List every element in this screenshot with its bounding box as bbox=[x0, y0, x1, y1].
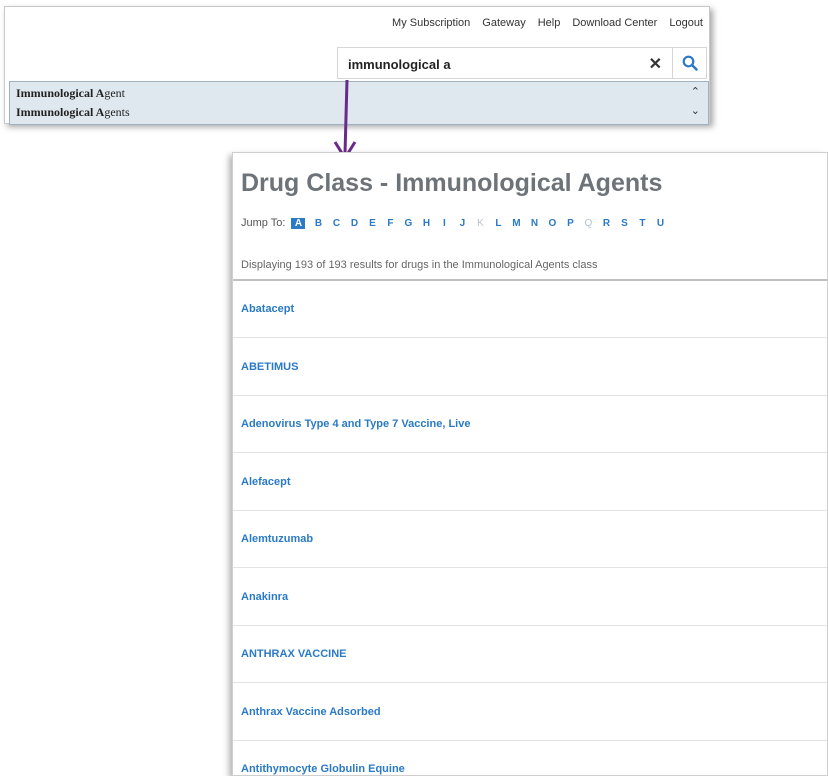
drug-link[interactable]: Alemtuzumab bbox=[241, 533, 313, 545]
jump-letter-m[interactable]: M bbox=[507, 218, 525, 229]
scroll-down-icon[interactable]: ⌄ bbox=[691, 104, 700, 117]
drug-row: Anthrax Vaccine Adsorbed bbox=[233, 684, 827, 741]
drug-row: ANTHRAX VACCINE bbox=[233, 626, 827, 683]
jump-letter-e[interactable]: E bbox=[363, 218, 381, 229]
results-count: Displaying 193 of 193 results for drugs … bbox=[241, 259, 598, 271]
top-nav: My Subscription Gateway Help Download Ce… bbox=[392, 17, 703, 29]
nav-download-center[interactable]: Download Center bbox=[572, 17, 657, 29]
jump-letter-t[interactable]: T bbox=[633, 218, 651, 229]
jump-to-bar: Jump To: ABCDEFGHIJKLMNOPQRSTU bbox=[241, 217, 669, 229]
search-button[interactable] bbox=[673, 47, 707, 79]
jump-letter-l[interactable]: L bbox=[489, 218, 507, 229]
drug-row: ABETIMUS bbox=[233, 339, 827, 396]
jump-letter-n[interactable]: N bbox=[525, 218, 543, 229]
drug-link[interactable]: Antithymocyte Globulin Equine bbox=[241, 763, 405, 775]
jump-letter-o[interactable]: O bbox=[543, 218, 561, 229]
jump-letter-g[interactable]: G bbox=[399, 218, 417, 229]
jump-letter-p[interactable]: P bbox=[561, 218, 579, 229]
scroll-up-icon[interactable]: ⌃ bbox=[691, 85, 700, 98]
jump-letter-b[interactable]: B bbox=[309, 218, 327, 229]
jump-letter-d[interactable]: D bbox=[345, 218, 363, 229]
jump-letter-s[interactable]: S bbox=[615, 218, 633, 229]
jump-to-label: Jump To: bbox=[241, 217, 286, 229]
nav-gateway[interactable]: Gateway bbox=[482, 17, 525, 29]
jump-letter-c[interactable]: C bbox=[327, 218, 345, 229]
clear-icon[interactable]: ✕ bbox=[649, 54, 662, 74]
drug-row: Anakinra bbox=[233, 569, 827, 626]
search-box: ✕ bbox=[337, 47, 673, 79]
drug-row: Abatacept bbox=[233, 281, 827, 338]
jump-letter-f[interactable]: F bbox=[381, 218, 399, 229]
jump-letter-h[interactable]: H bbox=[417, 218, 435, 229]
search-input[interactable] bbox=[346, 54, 636, 74]
nav-my-subscription[interactable]: My Subscription bbox=[392, 17, 470, 29]
drug-row: Alemtuzumab bbox=[233, 511, 827, 568]
drug-link[interactable]: Alefacept bbox=[241, 476, 291, 488]
suggestion-immunological-agent[interactable]: Immunological Agent bbox=[16, 86, 125, 101]
letter-list: ABCDEFGHIJKLMNOPQRSTU bbox=[291, 217, 669, 229]
jump-letter-j[interactable]: J bbox=[453, 218, 471, 229]
drug-link[interactable]: Anthrax Vaccine Adsorbed bbox=[241, 706, 381, 718]
jump-letter-r[interactable]: R bbox=[597, 218, 615, 229]
jump-letter-a[interactable]: A bbox=[291, 218, 306, 229]
jump-letter-q: Q bbox=[584, 218, 593, 229]
drug-link[interactable]: Abatacept bbox=[241, 303, 294, 315]
suggestion-immunological-agents[interactable]: Immunological Agents bbox=[16, 105, 130, 120]
drug-link[interactable]: Anakinra bbox=[241, 591, 288, 603]
jump-letter-k: K bbox=[477, 218, 484, 229]
drug-row: Adenovirus Type 4 and Type 7 Vaccine, Li… bbox=[233, 396, 827, 453]
drug-link[interactable]: ABETIMUS bbox=[241, 361, 298, 373]
drug-row: Antithymocyte Globulin Equine bbox=[233, 741, 827, 775]
drug-row: Alefacept bbox=[233, 454, 827, 511]
page-title: Drug Class - Immunological Agents bbox=[241, 169, 663, 197]
results-panel: Drug Class - Immunological Agents Jump T… bbox=[232, 152, 828, 776]
drug-link[interactable]: ANTHRAX VACCINE bbox=[241, 648, 347, 660]
jump-letter-u[interactable]: U bbox=[651, 218, 669, 229]
nav-logout[interactable]: Logout bbox=[669, 17, 703, 29]
drug-link[interactable]: Adenovirus Type 4 and Type 7 Vaccine, Li… bbox=[241, 418, 470, 430]
search-icon bbox=[682, 55, 698, 71]
nav-help[interactable]: Help bbox=[538, 17, 561, 29]
jump-letter-i[interactable]: I bbox=[435, 218, 453, 229]
